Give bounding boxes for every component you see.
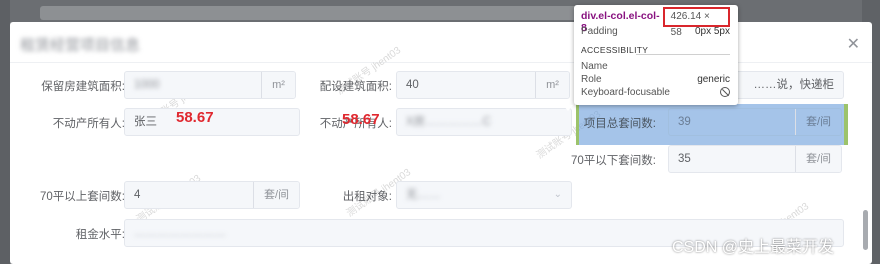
units-unit: 套/间: [253, 182, 299, 208]
lease-project-dialog: 租赁经营项目信息 ✕ 测试账号 jhent03 测试账号 jhent03 测试账…: [10, 22, 872, 264]
protect-area-input[interactable]: 1000 m²: [124, 71, 296, 99]
csdn-credit-watermark: CSDN @史上最菜开发: [672, 239, 835, 256]
area-unit: m²: [535, 72, 569, 98]
tooltip-name-row: Name: [581, 61, 730, 72]
devtools-inspect-tooltip: div.el-col.el-col-8 426.14 × 58 Padding …: [574, 5, 738, 105]
units-below-70-input[interactable]: 35 套/间: [668, 145, 842, 173]
units-unit: 套/间: [795, 146, 841, 172]
name-label: Name: [581, 61, 608, 72]
role-value: generic: [697, 74, 730, 85]
units-below-70-label: 70平以下套间数:: [571, 155, 656, 167]
tooltip-arrow: [563, 105, 573, 111]
dialog-title: 租赁经营项目信息: [20, 37, 141, 54]
units-above-70-label: 70平以上套间数:: [40, 191, 125, 203]
property-owner-label: 不动产所有人:: [52, 118, 125, 130]
rent-level-label: 租金水平:: [75, 229, 125, 241]
tooltip-divider: [636, 54, 730, 55]
rent-target-label: 出租对象:: [342, 191, 392, 203]
property-owner-2-input[interactable]: X房……………C: [396, 108, 572, 136]
close-icon[interactable]: ✕: [847, 34, 860, 54]
protect-area-label: 保留房建筑面积:: [41, 81, 125, 93]
tooltip-focusable-row: Keyboard-focusable: [581, 87, 730, 98]
tooltip-padding-row: Padding 0px 5px: [581, 26, 730, 37]
supporting-area-input[interactable]: 40 m²: [396, 71, 570, 99]
padding-value: 0px 5px: [694, 26, 730, 37]
chevron-down-icon: ⌄: [553, 189, 562, 200]
total-units-input[interactable]: 39 套/间: [668, 108, 842, 136]
element-size: 426.14 × 58: [662, 7, 730, 38]
not-allowed-icon: [720, 87, 730, 97]
total-units-label: 项目总套间数:: [583, 118, 656, 130]
focusable-label: Keyboard-focusable: [581, 87, 670, 98]
units-above-70-input[interactable]: 4 套/间: [124, 181, 300, 209]
padding-label: Padding: [581, 26, 618, 37]
rent-target-select[interactable]: 无…… ⌄: [396, 181, 572, 209]
background-sidebar: [0, 0, 10, 264]
supporting-area-label: 配设建筑面积:: [319, 81, 392, 93]
units-unit: 套/间: [795, 109, 841, 135]
area-unit: m²: [261, 72, 295, 98]
dialog-scrollbar[interactable]: [863, 210, 868, 250]
measure-annotation: 58.67: [176, 109, 214, 126]
tooltip-role-row: Role generic: [581, 74, 730, 85]
background-toolbar: [40, 6, 580, 20]
measure-annotation: 58.67: [342, 111, 380, 128]
dialog-divider: [10, 62, 872, 63]
role-label: Role: [581, 74, 602, 85]
